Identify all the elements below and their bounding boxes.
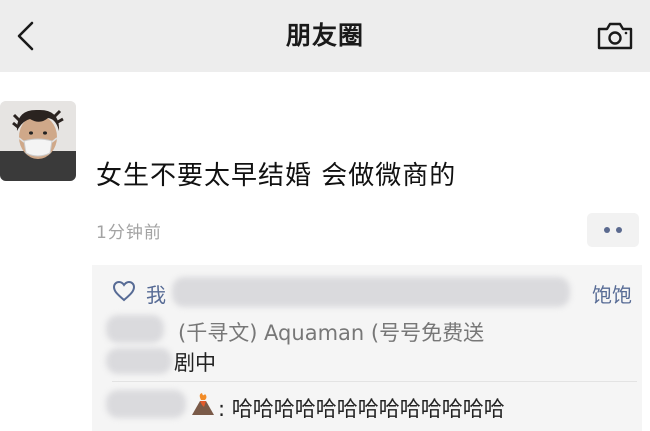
back-button[interactable] [6,16,44,56]
more-button[interactable] [587,213,639,247]
more-dots-icon [604,227,610,233]
comment-text-line2: 剧中 [174,351,216,375]
blurred-commenter [106,390,186,418]
likes-prefix[interactable]: 我 [146,279,166,308]
likes-row: 我 饱饱 [112,277,637,311]
blurred-comment-part [106,348,172,374]
page-title: 朋友圈 [285,21,364,50]
volcano-emoji [192,393,214,415]
avatar[interactable] [0,101,76,181]
post-text: 女生不要太早结婚 会做微商的 [96,161,457,191]
camera-icon [597,22,633,50]
top-bar: 朋友圈 [0,0,650,72]
avatar-image [0,101,76,181]
comment-text: (千寻文) Aquaman (号号免费送 [178,321,485,345]
camera-button[interactable] [594,16,636,56]
interaction-area: 我 饱饱 (千寻文) Aquaman (号号免费送 剧中 : 哈哈哈哈哈哈哈哈哈… [92,265,642,431]
post-time: 1分钟前 [96,223,162,243]
chevron-left-icon [17,21,34,51]
likes-suffix[interactable]: 饱饱 [592,279,632,308]
comment-text: : 哈哈哈哈哈哈哈哈哈哈哈哈哈 [218,397,505,421]
more-dots-icon [616,227,622,233]
blurred-commenter [106,315,164,343]
blurred-nicknames [172,277,570,307]
divider [112,381,637,382]
heart-icon [112,280,136,302]
